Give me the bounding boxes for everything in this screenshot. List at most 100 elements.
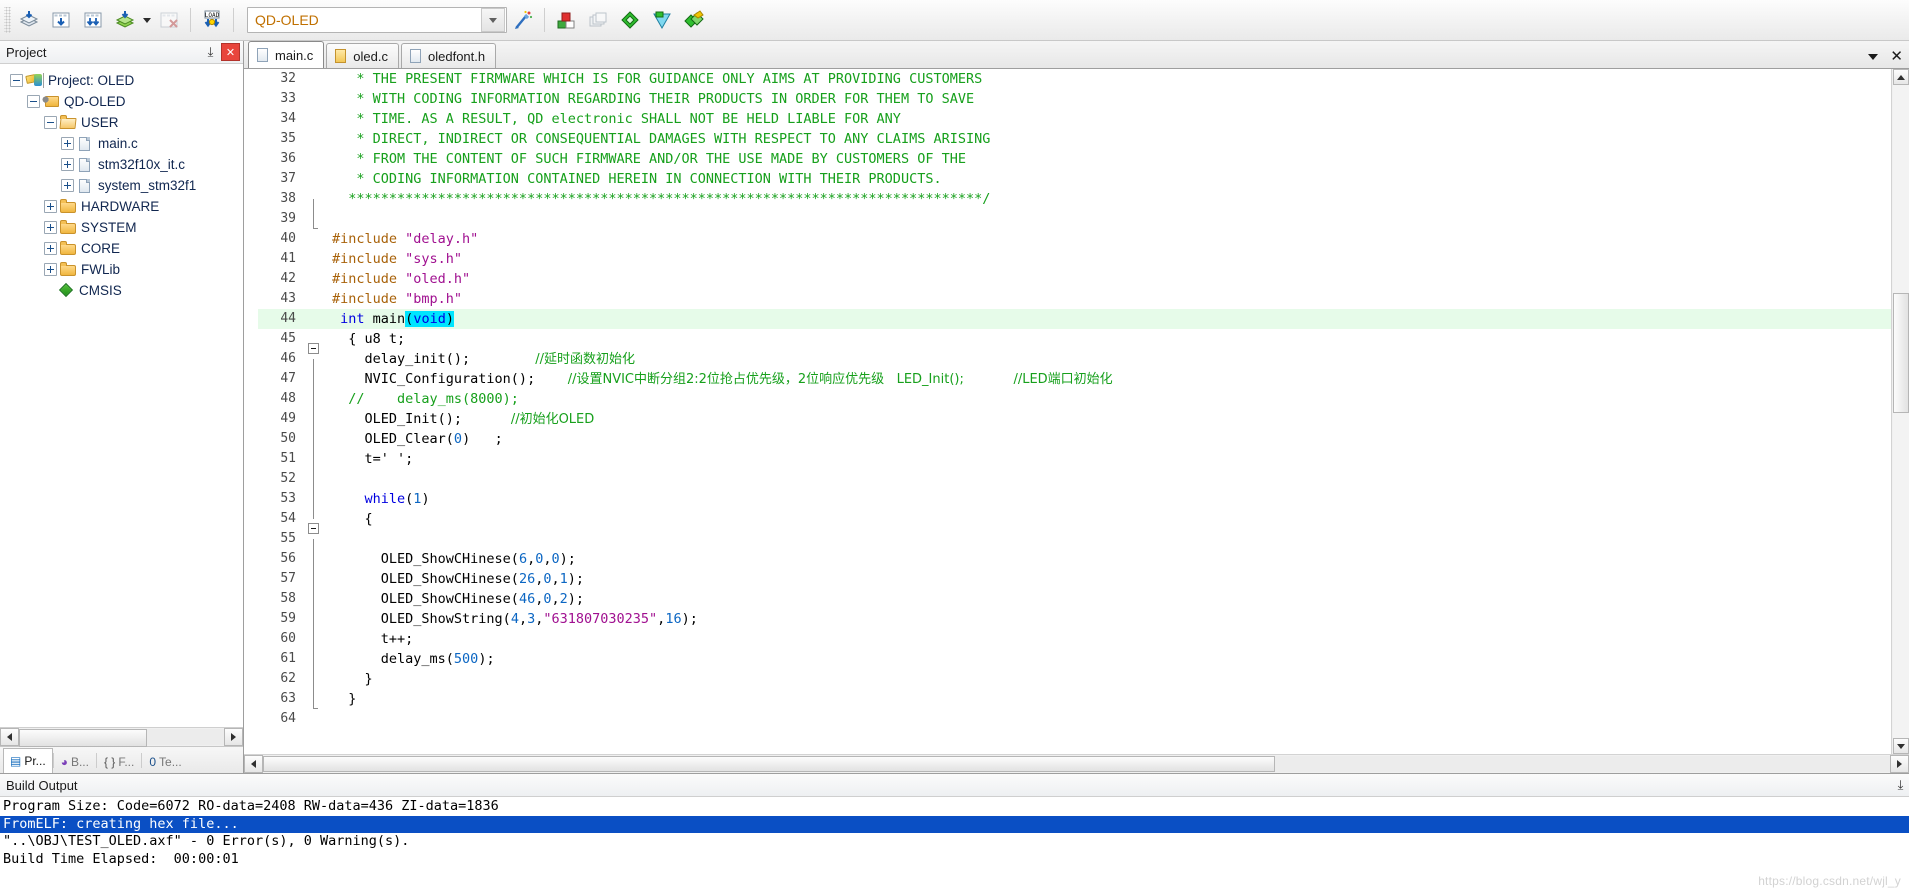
scroll-up-icon[interactable]	[1892, 69, 1909, 85]
tree-item-hardware[interactable]: HARDWARE	[0, 196, 243, 217]
code-line[interactable]: 58 OLED_ShowCHinese(46,0,2);	[258, 589, 1891, 619]
build-output-line[interactable]: Program Size: Code=6072 RO-data=2408 RW-…	[0, 798, 1909, 816]
manage-components-icon[interactable]	[582, 4, 614, 36]
project-hscroll-thumb[interactable]	[19, 729, 147, 747]
tree-item-fwlib[interactable]: FWLib	[0, 259, 243, 280]
code-line[interactable]: 44 int main(void)	[258, 309, 1891, 329]
code-line[interactable]: 51 t=' ';	[258, 449, 1891, 479]
expand-icon[interactable]	[44, 242, 57, 255]
project-tab-pr[interactable]: ▤ Pr...	[3, 748, 53, 773]
project-hscroll-track[interactable]	[19, 729, 224, 747]
scroll-down-icon[interactable]	[1892, 738, 1909, 754]
magic-wand-icon[interactable]	[507, 4, 539, 36]
code-line[interactable]: 39	[258, 209, 1891, 229]
code-line[interactable]: 48 // delay_ms(8000);	[258, 389, 1891, 419]
chevron-down-icon[interactable]	[481, 8, 505, 32]
build-output-line[interactable]: "..\OBJ\TEST_OLED.axf" - 0 Error(s), 0 W…	[0, 833, 1909, 851]
code-line[interactable]: 45 { u8 t;	[258, 329, 1891, 354]
tree-item-system-stm32f1[interactable]: system_stm32f1	[0, 175, 243, 196]
code-line[interactable]: 42 #include "oled.h"	[258, 269, 1891, 289]
build-output-line[interactable]: Build Time Elapsed: 00:00:01	[0, 851, 1909, 869]
pin-icon[interactable]: ⤓	[1892, 777, 1909, 794]
tree-item-user[interactable]: USER	[0, 112, 243, 133]
code-line[interactable]: 60 t++;	[258, 629, 1891, 659]
code-line[interactable]: 56 OLED_ShowCHinese(6,0,0);	[258, 549, 1891, 579]
download-icon[interactable]: LOAD	[196, 4, 228, 36]
tree-item-core[interactable]: CORE	[0, 238, 243, 259]
collapse-icon[interactable]	[27, 95, 40, 108]
code-line[interactable]: 36 * FROM THE CONTENT OF SUCH FIRMWARE A…	[258, 149, 1891, 169]
translate-icon[interactable]	[13, 4, 45, 36]
scroll-left-icon[interactable]	[0, 728, 19, 746]
tree-item-main-c[interactable]: main.c	[0, 133, 243, 154]
code-line[interactable]: 34 * TIME. AS A RESULT, QD electronic SH…	[258, 109, 1891, 129]
code-line[interactable]: 50 OLED_Clear(0) ;	[258, 429, 1891, 459]
project-hscrollbar[interactable]	[0, 727, 243, 747]
editor-tab-oledc[interactable]: oled.c	[326, 43, 399, 68]
tree-item-system[interactable]: SYSTEM	[0, 217, 243, 238]
scroll-right-icon[interactable]	[1890, 755, 1909, 773]
code-line[interactable]: 49 OLED_Init(); //初始化OLED	[258, 409, 1891, 439]
project-tab-f[interactable]: { } F...	[97, 750, 141, 773]
batch-build-icon[interactable]	[109, 4, 141, 36]
pin-icon[interactable]: ⤓	[202, 44, 219, 61]
expand-icon[interactable]	[61, 158, 74, 171]
project-tab-te[interactable]: 0 Te...	[142, 750, 188, 773]
build-output-log[interactable]: Program Size: Code=6072 RO-data=2408 RW-…	[0, 797, 1909, 891]
build-icon[interactable]	[45, 4, 77, 36]
code-line[interactable]: 64	[258, 709, 1891, 729]
scroll-left-icon[interactable]	[244, 755, 263, 773]
expand-icon[interactable]	[44, 200, 57, 213]
tree-item-project-oled[interactable]: Project: OLED	[0, 70, 243, 91]
tree-item-cmsis[interactable]: CMSIS	[0, 280, 243, 301]
tree-item-stm32f10x-it-c[interactable]: stm32f10x_it.c	[0, 154, 243, 175]
stop-build-icon[interactable]	[153, 4, 185, 36]
code-line[interactable]: 38 *************************************…	[258, 189, 1891, 219]
editor-vscroll-track[interactable]	[1892, 85, 1909, 738]
code-line[interactable]: 41 #include "sys.h"	[258, 249, 1891, 269]
collapse-icon[interactable]	[10, 74, 23, 87]
editor-tabbar[interactable]: main.c oled.c oledfont.h ✕	[244, 41, 1909, 69]
code-line[interactable]: 32 * THE PRESENT FIRMWARE WHICH IS FOR G…	[258, 69, 1891, 89]
configure-icon[interactable]	[646, 4, 678, 36]
code-line[interactable]: 37 * CODING INFORMATION CONTAINED HEREIN…	[258, 169, 1891, 189]
build-output-line[interactable]: FromELF: creating hex file...	[0, 815, 1909, 833]
fold-toggle-icon[interactable]	[308, 343, 319, 354]
code-line[interactable]: 55	[258, 529, 1891, 559]
expand-icon[interactable]	[44, 221, 57, 234]
code-line[interactable]: 63 }	[258, 689, 1891, 709]
close-icon[interactable]: ✕	[221, 43, 240, 61]
editor-hscrollbar[interactable]	[244, 754, 1909, 773]
code-line[interactable]: 52	[258, 469, 1891, 499]
multi-project-icon[interactable]	[678, 4, 710, 36]
editor-tab-mainc[interactable]: main.c	[248, 41, 325, 68]
code-line[interactable]: 40 #include "delay.h"	[258, 229, 1891, 249]
code-scroll-region[interactable]: 32 * THE PRESENT FIRMWARE WHICH IS FOR G…	[258, 69, 1891, 754]
code-line[interactable]: 43 #include "bmp.h"	[258, 289, 1891, 309]
scroll-right-icon[interactable]	[224, 728, 243, 746]
code-line[interactable]: 33 * WITH CODING INFORMATION REGARDING T…	[258, 89, 1891, 109]
project-tree[interactable]: Project: OLED QD-OLED USER main.c stm32f10x_…	[0, 64, 243, 727]
expand-icon[interactable]	[44, 263, 57, 276]
code-line[interactable]: 57 OLED_ShowCHinese(26,0,1);	[258, 569, 1891, 599]
collapse-icon[interactable]	[44, 116, 57, 129]
expand-icon[interactable]	[61, 179, 74, 192]
code-line[interactable]: 46 delay_init(); //延时函数初始化	[258, 349, 1891, 379]
editor-vscrollbar[interactable]	[1891, 69, 1909, 754]
toolbar-grip[interactable]	[4, 7, 11, 33]
close-icon[interactable]: ✕	[1890, 49, 1903, 64]
batch-build-dropdown-icon[interactable]	[141, 5, 153, 35]
target-options-icon[interactable]	[550, 4, 582, 36]
code-line[interactable]: 47 NVIC_Configuration(); //设置NVIC中断分组2:2…	[258, 369, 1891, 399]
code-line[interactable]: 35 * DIRECT, INDIRECT OR CONSEQUENTIAL D…	[258, 129, 1891, 149]
editor-hscroll-track[interactable]	[263, 756, 1890, 772]
chevron-down-icon[interactable]	[1868, 53, 1879, 60]
project-panel-tabs[interactable]: ▤ Pr... ◕ B...{ } F... 0 Te...	[0, 746, 243, 773]
code-line[interactable]: 54 {	[258, 509, 1891, 534]
code-line[interactable]: 59 OLED_ShowString(4,3,"631807030235",16…	[258, 609, 1891, 639]
code-line[interactable]: 61 delay_ms(500);	[258, 649, 1891, 679]
editor-tab-oledfonth[interactable]: oledfont.h	[401, 43, 497, 68]
fold-toggle-icon[interactable]	[308, 523, 319, 534]
source-code[interactable]: 32 * THE PRESENT FIRMWARE WHICH IS FOR G…	[258, 69, 1891, 729]
code-line[interactable]: 53 while(1)	[258, 489, 1891, 519]
